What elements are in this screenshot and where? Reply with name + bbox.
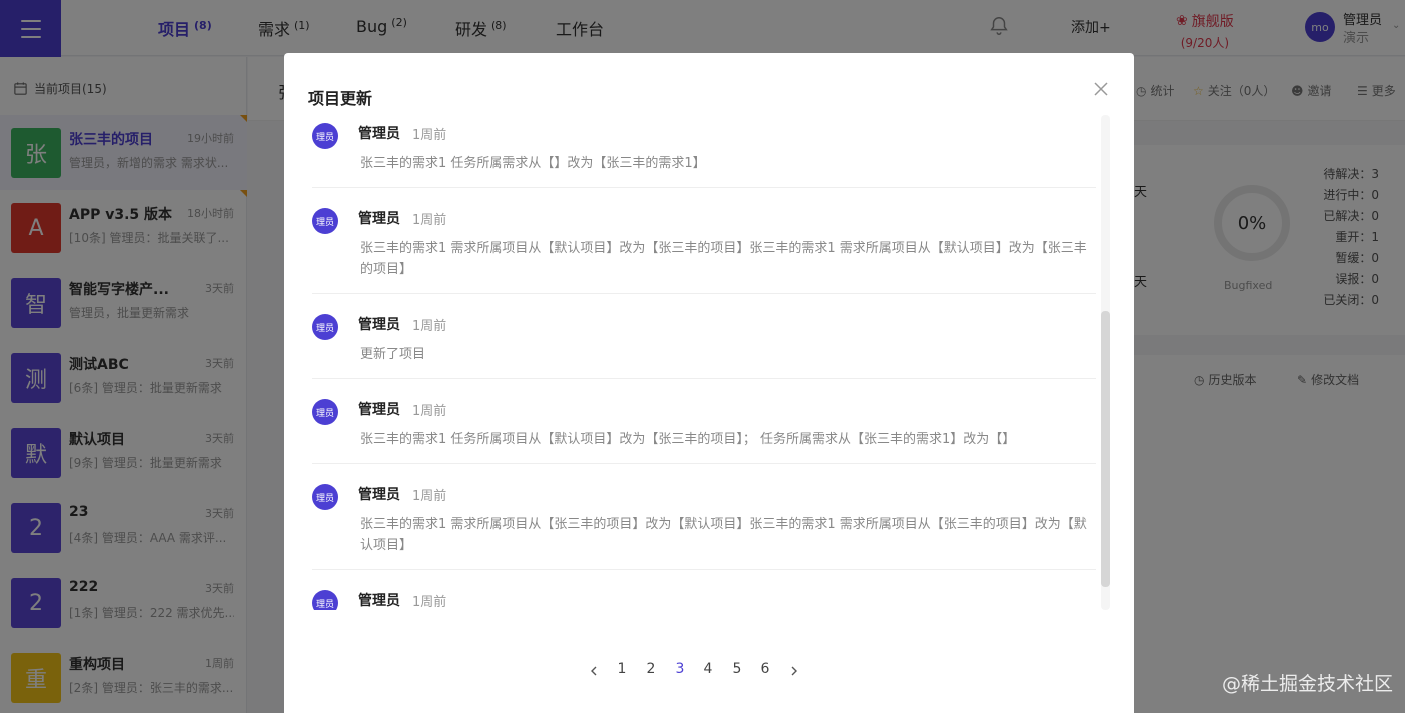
entry-text: 更新了项目 xyxy=(360,347,426,362)
entry-user: 管理员 xyxy=(358,593,400,609)
update-entry: 理员 管理员 1周前 更新了项目 xyxy=(312,310,1096,379)
entry-user: 管理员 xyxy=(358,402,400,418)
modal-title: 项目更新 xyxy=(308,89,373,108)
avatar: 理员 xyxy=(312,590,338,610)
entry-user: 管理员 xyxy=(358,487,400,503)
avatar: 理员 xyxy=(312,208,338,234)
scrollbar-thumb[interactable] xyxy=(1101,311,1110,587)
avatar: 理员 xyxy=(312,123,338,149)
site-watermark: @稀土掘金技术社区 xyxy=(1222,673,1394,695)
update-entry: 理员 管理员 1周前 张三丰的需求1 需求所属项目从【张三丰的项目】改为【默认项… xyxy=(312,480,1096,570)
entry-user: 管理员 xyxy=(358,126,400,142)
entry-time: 1周前 xyxy=(412,128,447,143)
page-4[interactable]: 4 xyxy=(698,661,718,677)
entry-text: 张三丰的需求1 需求所属项目从【默认项目】改为【张三丰的项目】张三丰的需求1 需… xyxy=(360,241,1087,277)
entry-text: 张三丰的需求1 任务所属需求从【】改为【张三丰的需求1】 xyxy=(360,156,706,171)
project-updates-modal: 项目更新 理员 管理员 1周前 张三丰的需求1 任务所属需求从【】改为【张三丰的… xyxy=(284,53,1134,713)
pagination: 1 2 3 4 5 6 xyxy=(284,661,1134,681)
page-6[interactable]: 6 xyxy=(755,661,775,677)
update-entry: 理员 管理员 1周前 张三丰的需求1 任务所属需求从【】改为【张三丰的需求1】 xyxy=(312,119,1096,188)
avatar: 理员 xyxy=(312,399,338,425)
avatar: 理员 xyxy=(312,314,338,340)
entry-time: 1周前 xyxy=(412,319,447,334)
page-5[interactable]: 5 xyxy=(727,661,747,677)
update-entry: 理员 管理员 1周前 xyxy=(312,586,1096,610)
page-2[interactable]: 2 xyxy=(641,661,661,677)
entry-time: 1周前 xyxy=(412,213,447,228)
entry-time: 1周前 xyxy=(412,404,447,419)
update-entry: 理员 管理员 1周前 张三丰的需求1 需求所属项目从【默认项目】改为【张三丰的项… xyxy=(312,204,1096,294)
page-3[interactable]: 3 xyxy=(670,661,690,677)
close-icon[interactable] xyxy=(1092,80,1110,98)
avatar: 理员 xyxy=(312,484,338,510)
chevron-right-icon[interactable] xyxy=(788,665,800,677)
entry-time: 1周前 xyxy=(412,489,447,504)
entry-text: 张三丰的需求1 需求所属项目从【张三丰的项目】改为【默认项目】张三丰的需求1 需… xyxy=(360,517,1087,553)
entry-user: 管理员 xyxy=(358,211,400,227)
entry-time: 1周前 xyxy=(412,595,447,610)
chevron-left-icon[interactable] xyxy=(588,665,600,677)
entry-text: 张三丰的需求1 任务所属项目从【默认项目】改为【张三丰的项目】； 任务所属需求从… xyxy=(360,432,1016,447)
entry-user: 管理员 xyxy=(358,317,400,333)
update-entry: 理员 管理员 1周前 张三丰的需求1 任务所属项目从【默认项目】改为【张三丰的项… xyxy=(312,395,1096,464)
page-1[interactable]: 1 xyxy=(612,661,632,677)
update-feed[interactable]: 理员 管理员 1周前 张三丰的需求1 任务所属需求从【】改为【张三丰的需求1】 … xyxy=(284,115,1134,610)
